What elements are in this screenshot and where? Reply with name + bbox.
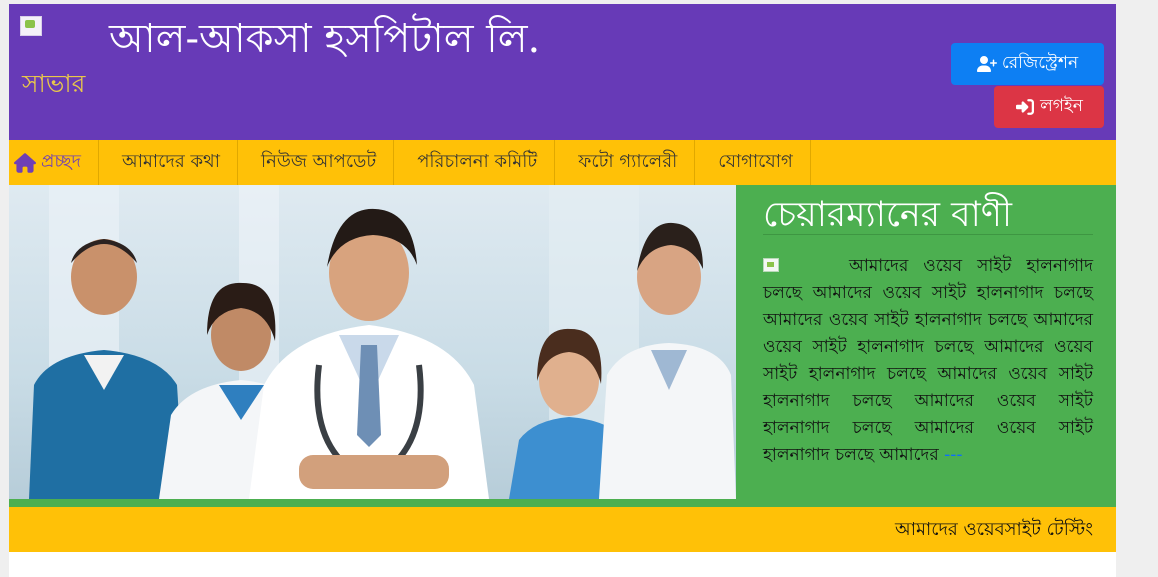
register-button[interactable]: রেজিস্ট্রেশন (951, 43, 1104, 85)
nav-label-committee: পরিচালনা কমিটি (417, 151, 538, 172)
user-plus-icon (976, 56, 997, 72)
chairman-message-text: আমাদের ওয়েব সাইট হালনাগাদ চলছে আমাদের ও… (763, 256, 1093, 465)
login-button[interactable]: লগইন (994, 86, 1104, 128)
nav-item-committee[interactable]: পরিচালনা কমিটি (394, 140, 556, 185)
logo-broken-image-icon (20, 16, 42, 36)
nav-item-gallery[interactable]: ফটো গ্যালেরী (555, 140, 696, 185)
nav-item-home[interactable]: প্রচ্ছদ (9, 140, 99, 185)
main-nav: প্রচ্ছদ আমাদের কথা নিউজ আপডেট পরিচালনা ক… (9, 140, 1116, 185)
doctors-illustration (29, 185, 736, 499)
login-label: লগইন (1040, 96, 1083, 116)
nav-label-contact: যোগাযোগ (718, 151, 793, 172)
nav-label-gallery: ফটো গ্যালেরী (578, 151, 678, 172)
register-label: রেজিস্ট্রেশন (1001, 53, 1079, 73)
hospital-name: আল-আকসা হসপিটাল লি. (109, 16, 541, 62)
marquee-text: আমাদের ওয়েবসাইট টেস্টিং (895, 519, 1093, 540)
hero-doctors-image (9, 185, 736, 499)
chairman-title: চেয়ারম্যানের বাণী (763, 195, 1012, 235)
notice-marquee: আমাদের ওয়েবসাইট টেস্টিং (9, 507, 1116, 552)
nav-item-about[interactable]: আমাদের কথা (99, 140, 238, 185)
sign-in-icon (1016, 99, 1035, 115)
chairman-message-panel: চেয়ারম্যানের বাণী আমাদের ওয়েব সাইট হাল… (736, 185, 1116, 499)
home-icon (14, 152, 36, 173)
nav-label-about: আমাদের কথা (121, 151, 220, 172)
page: আল-আকসা হসপিটাল লি. সাভার রেজিস্ট্রেশন ল… (9, 4, 1116, 577)
green-separator (9, 499, 1116, 507)
read-more-link[interactable]: --- (944, 445, 962, 465)
chairman-message: আমাদের ওয়েব সাইট হালনাগাদ চলছে আমাদের ও… (763, 253, 1093, 469)
chairman-divider (763, 234, 1093, 235)
nav-item-news[interactable]: নিউজ আপডেট (238, 140, 395, 185)
chairman-broken-image-icon (763, 258, 779, 272)
page-margin (1116, 0, 1158, 577)
nav-label-home: প্রচ্ছদ (41, 151, 81, 172)
nav-item-contact[interactable]: যোগাযোগ (695, 140, 811, 185)
location-label: সাভার (22, 69, 86, 98)
site-header: আল-আকসা হসপিটাল লি. সাভার রেজিস্ট্রেশন ল… (9, 4, 1116, 140)
content-area (9, 552, 1116, 577)
nav-label-news: নিউজ আপডেট (260, 151, 377, 172)
